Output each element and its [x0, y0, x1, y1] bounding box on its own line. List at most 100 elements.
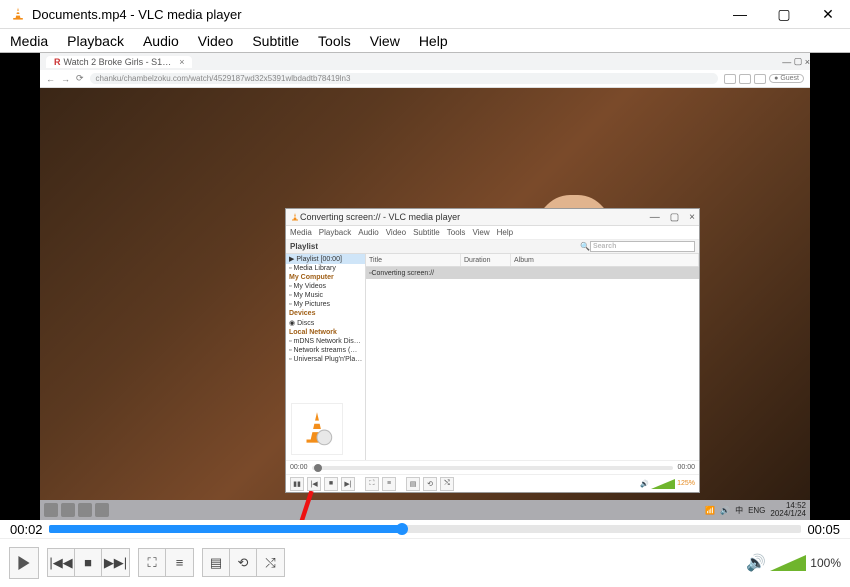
- guest-profile-button[interactable]: ● Guest: [769, 74, 804, 83]
- tray-lang[interactable]: ENG: [748, 506, 765, 515]
- menu-media[interactable]: Media: [10, 33, 48, 49]
- inner-menu-view[interactable]: View: [472, 228, 489, 237]
- inner-speaker-icon[interactable]: 🔊: [640, 480, 649, 488]
- loop-button[interactable]: ⟲: [230, 549, 257, 576]
- menu-view[interactable]: View: [370, 33, 400, 49]
- inner-time-total: 00:00: [677, 464, 695, 471]
- inner-volume-slider[interactable]: [651, 479, 675, 489]
- inner-menu-media[interactable]: Media: [290, 228, 312, 237]
- nav-back-icon[interactable]: ←: [46, 74, 55, 84]
- browser-tabstrip: R Watch 2 Broke Girls - S1… × — ▢ ×: [40, 53, 810, 70]
- video-area[interactable]: R Watch 2 Broke Girls - S1… × — ▢ × ← → …: [0, 53, 850, 520]
- seek-handle[interactable]: [396, 523, 408, 535]
- fullscreen-button[interactable]: ⛶: [139, 549, 166, 576]
- browser-toolbar: ← → ⟳ chanku/chambelzoku.com/watch/45291…: [40, 70, 810, 88]
- sidebar-item-playlist[interactable]: ▶ Playlist [00:00]: [286, 254, 365, 264]
- nav-reload-icon[interactable]: ⟳: [76, 73, 84, 84]
- col-duration[interactable]: Duration: [461, 254, 511, 266]
- random-button[interactable]: ⤭: [257, 549, 284, 576]
- sidebar-item-upnp[interactable]: ▫ Universal Plug'n'Pla…: [286, 355, 365, 364]
- browser-close-icon[interactable]: ×: [805, 57, 810, 67]
- inner-maximize-button[interactable]: ▢: [670, 212, 679, 223]
- taskbar-item[interactable]: [95, 503, 109, 517]
- sidebar-item-mdns[interactable]: ▫ mDNS Network Dis…: [286, 337, 365, 346]
- inner-close-button[interactable]: ×: [689, 212, 695, 223]
- inner-menu-subtitle[interactable]: Subtitle: [413, 228, 440, 237]
- menu-playback[interactable]: Playback: [67, 33, 124, 49]
- inner-menu-tools[interactable]: Tools: [447, 228, 466, 237]
- inner-ext-settings-button[interactable]: ≡: [382, 477, 396, 491]
- speaker-icon[interactable]: 🔊: [746, 553, 766, 573]
- inner-vlc-window[interactable]: Converting screen:// - VLC media player …: [285, 208, 700, 493]
- menu-video[interactable]: Video: [198, 33, 234, 49]
- inner-next-button[interactable]: ▶|: [341, 477, 355, 491]
- inner-fullscreen-button[interactable]: ⛶: [365, 477, 379, 491]
- tray-date: 2024/1/24: [770, 510, 806, 518]
- inner-menu-video[interactable]: Video: [386, 228, 406, 237]
- inner-menu-playback[interactable]: Playback: [319, 228, 351, 237]
- inner-seekbar[interactable]: 00:00 00:00: [286, 460, 699, 474]
- browser-min-icon[interactable]: —: [782, 57, 791, 67]
- inner-window-title: Converting screen:// - VLC media player: [300, 212, 650, 222]
- sidebar-item-library[interactable]: ▫ Media Library: [286, 264, 365, 273]
- sidebar-item-streams[interactable]: ▫ Network streams (…: [286, 346, 365, 355]
- sidebar-item-my-music[interactable]: ▫ My Music: [286, 291, 365, 300]
- playlist-row[interactable]: ▫ Converting screen://: [366, 267, 699, 279]
- sidebar-heading-my-computer: My Computer: [286, 273, 365, 282]
- titlebar: Documents.mp4 - VLC media player — ▢ ✕: [0, 0, 850, 29]
- inner-menu-help[interactable]: Help: [497, 228, 513, 237]
- inner-previous-button[interactable]: |◀: [307, 477, 321, 491]
- menu-help[interactable]: Help: [419, 33, 448, 49]
- taskbar-item[interactable]: [78, 503, 92, 517]
- browser-tab[interactable]: R Watch 2 Broke Girls - S1… ×: [46, 56, 192, 68]
- stop-button[interactable]: ■: [75, 549, 102, 576]
- browser-tab-label: Watch 2 Broke Girls - S1…: [64, 57, 172, 67]
- sidebar-item-my-pictures[interactable]: ▫ My Pictures: [286, 300, 365, 309]
- inner-random-button[interactable]: ⤭: [440, 477, 454, 491]
- nav-forward-icon[interactable]: →: [61, 74, 70, 84]
- previous-button[interactable]: |◀◀: [48, 549, 75, 576]
- inner-pause-button[interactable]: ▮▮: [290, 477, 304, 491]
- time-total: 00:05: [807, 522, 840, 537]
- sidebar-item-discs[interactable]: ◉ Discs: [286, 318, 365, 328]
- tray-wifi-icon[interactable]: 📶: [705, 506, 715, 515]
- tray-ime-icon[interactable]: 中: [735, 505, 743, 516]
- playlist-button[interactable]: ▤: [203, 549, 230, 576]
- taskbar-item[interactable]: [61, 503, 75, 517]
- taskbar-item[interactable]: [44, 503, 58, 517]
- inner-menubar: Media Playback Audio Video Subtitle Tool…: [286, 226, 699, 240]
- inner-stop-button[interactable]: ■: [324, 477, 338, 491]
- next-button[interactable]: ▶▶|: [102, 549, 129, 576]
- play-button[interactable]: [9, 547, 39, 579]
- inner-seek-handle[interactable]: [314, 464, 322, 472]
- ext-settings-button[interactable]: ≡: [166, 549, 193, 576]
- inner-menu-audio[interactable]: Audio: [358, 228, 378, 237]
- window-maximize-button[interactable]: ▢: [762, 0, 806, 28]
- inner-minimize-button[interactable]: —: [650, 212, 660, 223]
- inner-seek-track[interactable]: [312, 466, 674, 470]
- menu-tools[interactable]: Tools: [318, 33, 351, 49]
- close-tab-icon[interactable]: ×: [179, 57, 184, 67]
- window-close-button[interactable]: ✕: [806, 0, 850, 28]
- inner-loop-button[interactable]: ⟲: [423, 477, 437, 491]
- extension-icon[interactable]: [724, 74, 736, 84]
- inner-titlebar[interactable]: Converting screen:// - VLC media player …: [286, 209, 699, 226]
- address-bar[interactable]: chanku/chambelzoku.com/watch/4529187wd32…: [90, 73, 719, 84]
- col-title[interactable]: Title: [366, 254, 461, 266]
- vlc-cone-icon: [290, 212, 300, 222]
- col-album[interactable]: Album: [511, 254, 699, 266]
- tray-sound-icon[interactable]: 🔊: [720, 506, 730, 515]
- inner-playlist-button[interactable]: ▤: [406, 477, 420, 491]
- vlc-cone-icon: [296, 408, 338, 450]
- search-input[interactable]: Search: [590, 241, 695, 252]
- menu-subtitle[interactable]: Subtitle: [252, 33, 299, 49]
- column-headers: Title Duration Album: [366, 254, 699, 267]
- menu-audio[interactable]: Audio: [143, 33, 179, 49]
- browser-max-icon[interactable]: ▢: [794, 56, 803, 67]
- sidebar-item-my-videos[interactable]: ▫ My Videos: [286, 282, 365, 291]
- volume-slider[interactable]: [770, 555, 806, 571]
- extension-icon[interactable]: [739, 74, 751, 84]
- extension-icon[interactable]: [754, 74, 766, 84]
- window-minimize-button[interactable]: —: [718, 0, 762, 28]
- seek-track[interactable]: [49, 525, 802, 533]
